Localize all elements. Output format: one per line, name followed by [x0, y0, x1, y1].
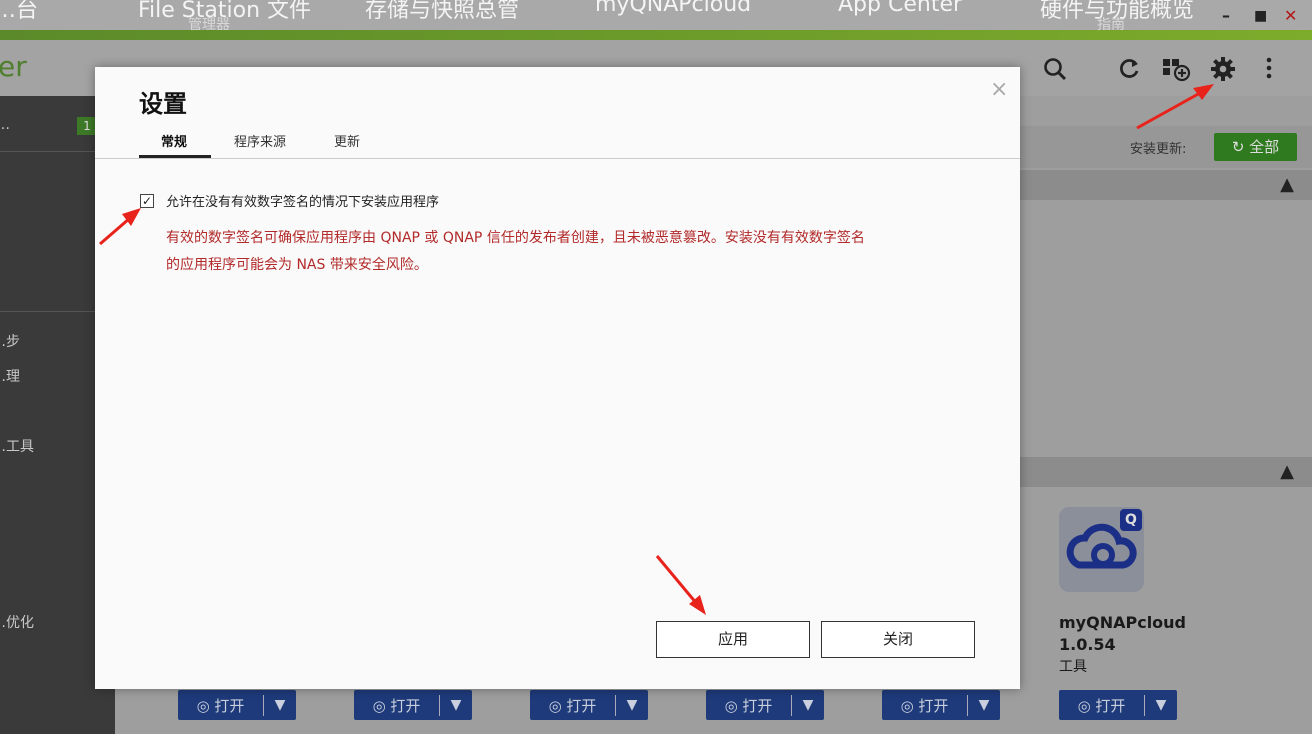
open-label: 打开 — [1095, 696, 1126, 715]
chevron-down-icon[interactable]: ▼ — [792, 697, 824, 713]
open-button[interactable]: ◎ 打开 ▼ — [530, 690, 648, 720]
myqnapcloud-app-icon[interactable]: Q — [1059, 507, 1144, 592]
refresh-icon[interactable] — [1114, 56, 1144, 86]
open-button[interactable]: ◎ 打开 ▼ — [354, 690, 472, 720]
settings-tabs: 常规 程序来源 更新 — [95, 127, 1020, 159]
more-icon[interactable] — [1254, 56, 1284, 86]
sidebar-count-badge: 1 — [77, 117, 97, 135]
apply-button[interactable]: 应用 — [656, 621, 810, 658]
sidebar-item[interactable]: …工具 — [0, 436, 34, 456]
open-icon: ◎ — [724, 696, 743, 715]
settings-icon[interactable] — [1208, 56, 1238, 86]
tab-update[interactable]: 更新 — [334, 131, 360, 150]
settings-dialog: 设置 × 常规 程序来源 更新 ✓ 允许在没有有效数字签名的情况下安装应用程序 … — [95, 67, 1020, 689]
open-label: 打开 — [566, 696, 597, 715]
open-label: 打开 — [918, 696, 949, 715]
open-label: 打开 — [390, 696, 421, 715]
minimize-button[interactable]: – — [1222, 8, 1230, 24]
app-name: myQNAPcloud — [1059, 613, 1187, 632]
open-button[interactable]: ◎ 打开 ▼ — [882, 690, 1000, 720]
tab-general[interactable]: 常规 — [161, 131, 187, 150]
allow-unsigned-label[interactable]: 允许在没有有效数字签名的情况下安装应用程序 — [166, 191, 439, 210]
sidebar-item[interactable]: … — [0, 117, 10, 133]
open-icon: ◎ — [196, 696, 215, 715]
open-icon: ◎ — [548, 696, 567, 715]
taskbar: …台 File Station 文件 存储与快照总管 myQNAPcloud A… — [0, 0, 1312, 30]
chevron-down-icon[interactable]: ▼ — [1145, 697, 1177, 713]
security-warning: 有效的数字签名可确保应用程序由 QNAP 或 QNAP 信任的发布者创建，且未被… — [166, 225, 986, 279]
update-all-button[interactable]: ↻ 全部 — [1214, 133, 1297, 161]
sidebar-item[interactable]: …步 — [0, 331, 20, 351]
open-label: 打开 — [742, 696, 773, 715]
chevron-down-icon[interactable]: ▼ — [264, 697, 296, 713]
active-tab-indicator — [139, 155, 211, 158]
open-label: 打开 — [214, 696, 245, 715]
open-button[interactable]: ◎ 打开 ▼ — [1059, 690, 1177, 720]
chevron-up-icon[interactable]: ▲ — [1280, 461, 1294, 482]
chevron-down-icon[interactable]: ▼ — [440, 697, 472, 713]
search-icon[interactable] — [1040, 56, 1070, 86]
refresh-icon: ↻ — [1231, 138, 1250, 156]
allow-unsigned-checkbox[interactable]: ✓ — [140, 194, 154, 208]
app-logo: er — [0, 50, 27, 83]
dialog-title: 设置 — [139, 90, 187, 118]
open-button[interactable]: ◎ 打开 ▼ — [178, 690, 296, 720]
chevron-down-icon[interactable]: ▼ — [616, 697, 648, 713]
open-button[interactable]: ◎ 打开 ▼ — [706, 690, 824, 720]
update-label: 安装更新: — [1130, 142, 1187, 157]
open-icon: ◎ — [900, 696, 919, 715]
taskbar-item[interactable]: App Center — [838, 0, 962, 17]
open-icon: ◎ — [372, 696, 391, 715]
warning-line: 的应用程序可能会为 NAS 带来安全风险。 — [166, 257, 428, 273]
taskbar-subtitle: 指南 — [1097, 17, 1125, 30]
app-version: 1.0.54 — [1059, 635, 1116, 654]
warning-line: 有效的数字签名可确保应用程序由 QNAP 或 QNAP 信任的发布者创建，且未被… — [166, 230, 865, 246]
chevron-down-icon[interactable]: ▼ — [968, 697, 1000, 713]
taskbar-item[interactable]: 存储与快照总管 — [365, 0, 519, 24]
taskbar-item[interactable]: myQNAPcloud — [595, 0, 751, 17]
app-icon-badge: Q — [1120, 509, 1142, 531]
app-category: 工具 — [1059, 659, 1087, 675]
sidebar-item[interactable]: …理 — [0, 366, 20, 386]
taskbar-item[interactable]: …台 — [0, 0, 38, 24]
maximize-button[interactable]: ■ — [1254, 8, 1267, 24]
taskbar-subtitle: 管理器 — [188, 17, 230, 30]
tab-app-repository[interactable]: 程序来源 — [234, 131, 286, 150]
close-icon[interactable]: × — [990, 77, 1008, 102]
sidebar-item[interactable]: …优化 — [0, 612, 34, 632]
update-all-label: 全部 — [1249, 138, 1280, 156]
accent-bar — [0, 30, 1312, 40]
close-button[interactable]: 关闭 — [821, 621, 975, 658]
chevron-up-icon[interactable]: ▲ — [1280, 174, 1294, 195]
install-manual-icon[interactable] — [1161, 56, 1191, 86]
open-icon: ◎ — [1077, 696, 1096, 715]
window-close-button[interactable]: ✕ — [1284, 8, 1297, 24]
